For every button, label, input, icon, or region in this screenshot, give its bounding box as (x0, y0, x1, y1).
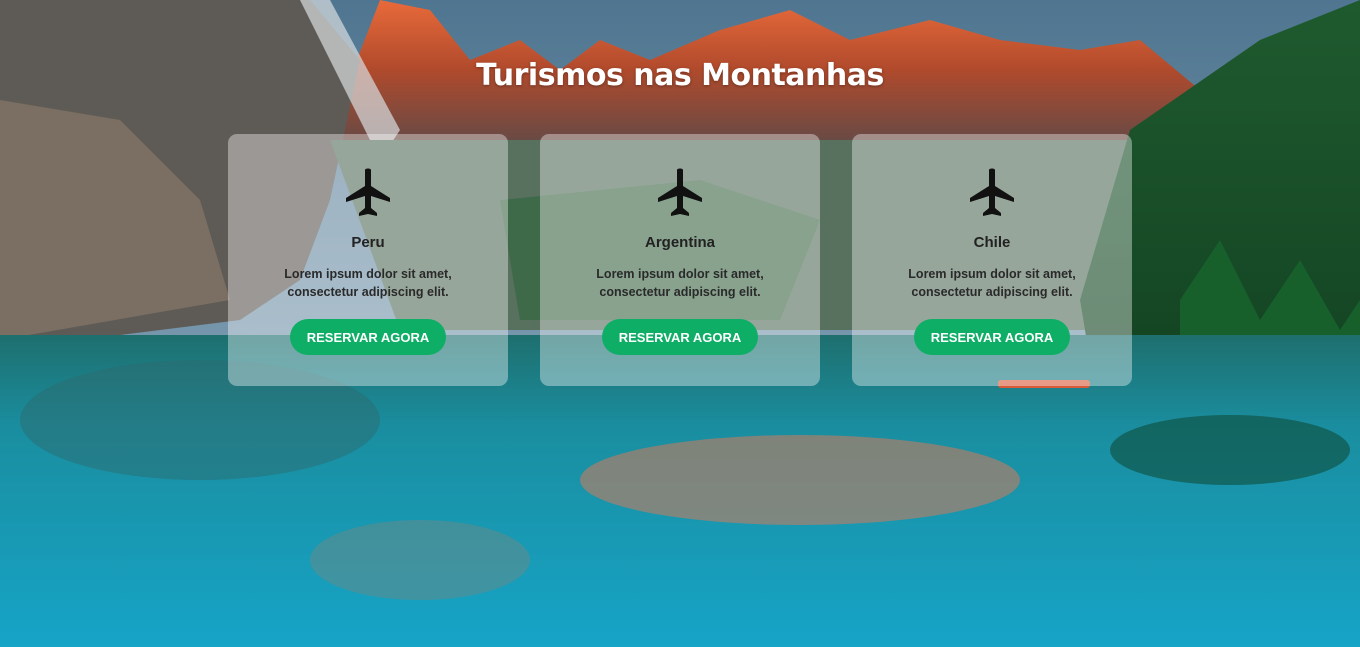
destination-cards: Peru Lorem ipsum dolor sit amet, consect… (228, 134, 1132, 386)
destination-card-argentina: Argentina Lorem ipsum dolor sit amet, co… (540, 134, 820, 386)
reserve-now-button-peru[interactable]: RESERVAR AGORA (289, 319, 447, 355)
card-title: Peru (351, 234, 385, 251)
card-title: Argentina (644, 234, 715, 251)
destination-card-chile: Chile Lorem ipsum dolor sit amet, consec… (852, 134, 1132, 386)
card-title: Chile (973, 234, 1011, 251)
airplane-icon (346, 168, 390, 216)
airplane-icon (658, 168, 702, 216)
card-description: Lorem ipsum dolor sit amet, consectetur … (284, 267, 452, 299)
airplane-icon (970, 168, 1014, 216)
page-title: Turismos nas Montanhas (476, 58, 884, 93)
card-description: Lorem ipsum dolor sit amet, consectetur … (596, 267, 764, 299)
destination-card-peru: Peru Lorem ipsum dolor sit amet, consect… (228, 134, 508, 386)
reserve-now-button-chile[interactable]: RESERVAR AGORA (913, 319, 1071, 355)
card-description: Lorem ipsum dolor sit amet, consectetur … (908, 267, 1076, 299)
reserve-now-button-argentina[interactable]: RESERVAR AGORA (601, 319, 759, 355)
